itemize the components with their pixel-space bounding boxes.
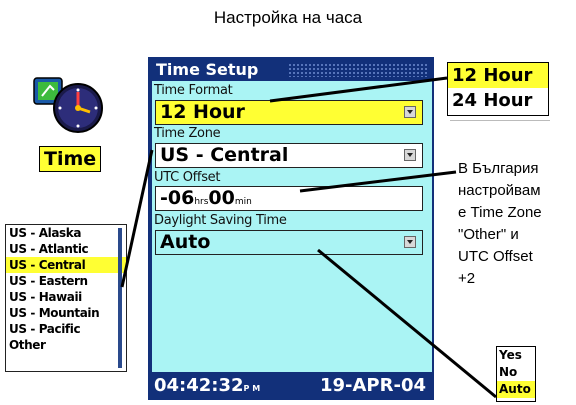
connector-time-zone: [120, 149, 154, 288]
connector-lines: [120, 76, 497, 399]
connector-dst: [317, 248, 497, 399]
connector-utc-offset: [299, 170, 457, 193]
connector-time-format: [269, 76, 448, 103]
